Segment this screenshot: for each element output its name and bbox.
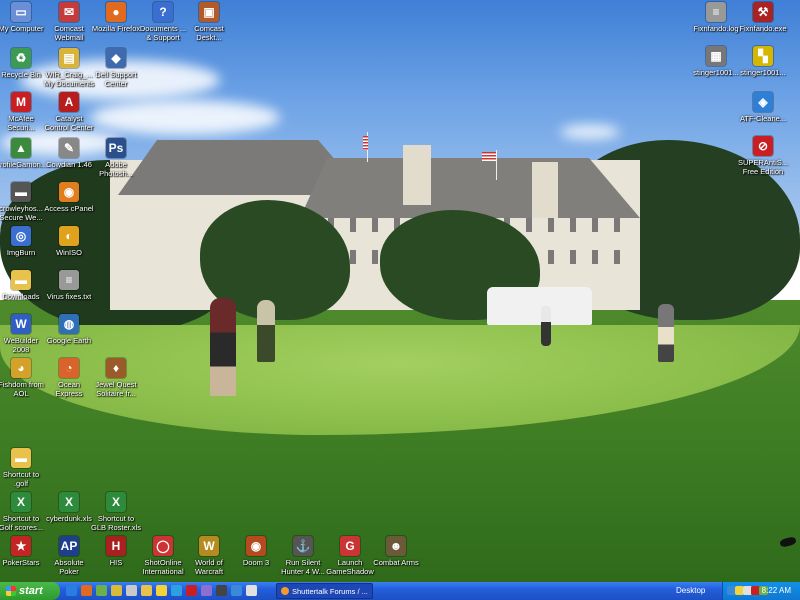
app-icon: X (11, 492, 31, 512)
desktop-icon[interactable]: ▬ Shortcut to .golf (0, 448, 54, 488)
app-icon: ▣ (199, 2, 219, 22)
windows-logo-icon (6, 586, 16, 596)
desktop-icon-label: Access cPanel (44, 204, 94, 213)
ql-explorer-icon[interactable] (231, 585, 242, 596)
app-icon: ♦ (106, 358, 126, 378)
desktop-icon-label: Fixnfando.exe (739, 24, 787, 33)
start-button[interactable]: start (0, 582, 60, 600)
app-icon: ? (153, 2, 173, 22)
desktop-toolbar-label[interactable]: Desktop (676, 586, 705, 595)
desktop-icon-label: Shortcut to .golf (2, 470, 40, 488)
desktop-icon[interactable]: ◐ WinISO (36, 226, 102, 257)
desktop-icon-label: Jewel Quest Solitaire fr... (95, 380, 137, 398)
app-icon: ♻ (11, 48, 31, 68)
desktop[interactable]: ▭ My Computer ✉ Comcast Webmail ● Mozilla Fir… (0, 0, 800, 582)
desktop-icon[interactable]: X Shortcut to GLB Roster.xls (83, 492, 149, 532)
ql-mail-icon[interactable] (126, 585, 137, 596)
desktop-icon-label: SUPERAntiS... Free Edition (737, 158, 789, 176)
desktop-icon[interactable]: ◆ Dell Support Center (83, 48, 149, 88)
app-icon: ▤ (59, 48, 79, 68)
clock[interactable]: 8:22 AM (762, 586, 791, 595)
app-icon: ✎ (59, 138, 79, 158)
desktop-icon[interactable]: ≡ Virus fixes.txt (36, 270, 102, 301)
ql-firefox-icon[interactable] (81, 585, 92, 596)
desktop-icon[interactable]: Ps Adobe Photosh... (83, 138, 149, 178)
app-icon: X (59, 492, 79, 512)
ql-chrome-icon[interactable] (111, 585, 122, 596)
desktop-icon[interactable]: ⚒ Fixnfando.exe (730, 2, 796, 33)
app-icon: ▬ (11, 448, 31, 468)
app-icon: ✉ (59, 2, 79, 22)
app-icon: ▚ (753, 46, 773, 66)
app-icon: ⚓ (293, 536, 313, 556)
desktop-icon-label: Combat Arms (373, 558, 419, 567)
desktop-icon-label: Comcast Deskt... (194, 24, 224, 42)
app-icon: ◈ (753, 92, 773, 112)
app-icon: ▬ (11, 182, 31, 202)
desktop-icon-label: stinger1001... (740, 68, 786, 77)
app-icon: ◕ (11, 358, 31, 378)
app-icon: ☻ (386, 536, 406, 556)
app-icon: H (106, 536, 126, 556)
ql-aim-icon[interactable] (156, 585, 167, 596)
app-icon: ▲ (11, 138, 31, 158)
ql-tool-icon[interactable] (201, 585, 212, 596)
desktop-icon[interactable]: A Catalyst Control Center (36, 92, 102, 132)
ql-media-icon[interactable] (96, 585, 107, 596)
app-icon: ◔ (59, 358, 79, 378)
app-icon: ◐ (59, 226, 79, 246)
desktop-icon[interactable]: ▚ stinger1001... (730, 46, 796, 77)
desktop-icon[interactable]: ♦ Jewel Quest Solitaire fr... (83, 358, 149, 398)
app-icon: ▦ (706, 46, 726, 66)
desktop-icon[interactable]: ☻ Combat Arms (363, 536, 429, 567)
app-icon: ◯ (153, 536, 173, 556)
app-icon: G (340, 536, 360, 556)
desktop-icon-label: Dell Support Center (95, 70, 137, 88)
app-icon: ◉ (59, 182, 79, 202)
taskbar-window-shuttertalk[interactable]: Shuttertalk Forums / ... (276, 583, 373, 599)
app-icon: M (11, 92, 31, 112)
app-icon: A (59, 92, 79, 112)
desktop-icon-label: ATF-Cleane... (739, 114, 787, 123)
ql-folder-icon[interactable] (141, 585, 152, 596)
app-icon: Ps (106, 138, 126, 158)
desktop-icon[interactable]: ◍ Google Earth (36, 314, 102, 345)
ql-ie-icon[interactable] (66, 585, 77, 596)
app-icon: ≡ (59, 270, 79, 290)
app-icon: ⚒ (753, 2, 773, 22)
desktop-icon-label: Virus fixes.txt (46, 292, 92, 301)
app-icon: W (11, 314, 31, 334)
desktop-icon[interactable]: ◈ ATF-Cleane... (730, 92, 796, 123)
app-icon: AP (59, 536, 79, 556)
app-icon: ★ (11, 536, 31, 556)
app-icon: ◉ (246, 536, 266, 556)
taskbar: start Shuttertalk Forums / ... Desktop 8… (0, 582, 800, 600)
start-label: start (19, 585, 43, 597)
app-icon: ◍ (59, 314, 79, 334)
taskbar-window-label: Shuttertalk Forums / ... (292, 586, 368, 596)
desktop-icon[interactable]: ▣ Comcast Deskt... (176, 2, 242, 42)
app-icon: ⊘ (753, 136, 773, 156)
app-icon: W (199, 536, 219, 556)
app-icon: ≡ (706, 2, 726, 22)
app-icon: ● (106, 2, 126, 22)
firefox-icon (281, 587, 289, 595)
desktop-icon-label: Adobe Photosh... (99, 160, 133, 178)
desktop-icon-label: Google Earth (46, 336, 92, 345)
app-icon: ▬ (11, 270, 31, 290)
desktop-icon[interactable]: ⊘ SUPERAntiS... Free Edition (730, 136, 796, 176)
ql-pdf-icon[interactable] (186, 585, 197, 596)
desktop-icon-label: Catalyst Control Center (44, 114, 94, 132)
ql-steam-icon[interactable] (216, 585, 227, 596)
desktop-icon[interactable]: ◉ Access cPanel (36, 182, 102, 213)
app-icon: ◆ (106, 48, 126, 68)
desktop-icon-label: Shortcut to GLB Roster.xls (90, 514, 142, 532)
ql-skype-icon[interactable] (171, 585, 182, 596)
app-icon: ◎ (11, 226, 31, 246)
app-icon: ▭ (11, 2, 31, 22)
desktop-icon-label: WinISO (56, 248, 82, 257)
system-tray: 8:22 AM (722, 582, 800, 600)
app-icon: X (106, 492, 126, 512)
ql-more-icon[interactable] (246, 585, 257, 596)
